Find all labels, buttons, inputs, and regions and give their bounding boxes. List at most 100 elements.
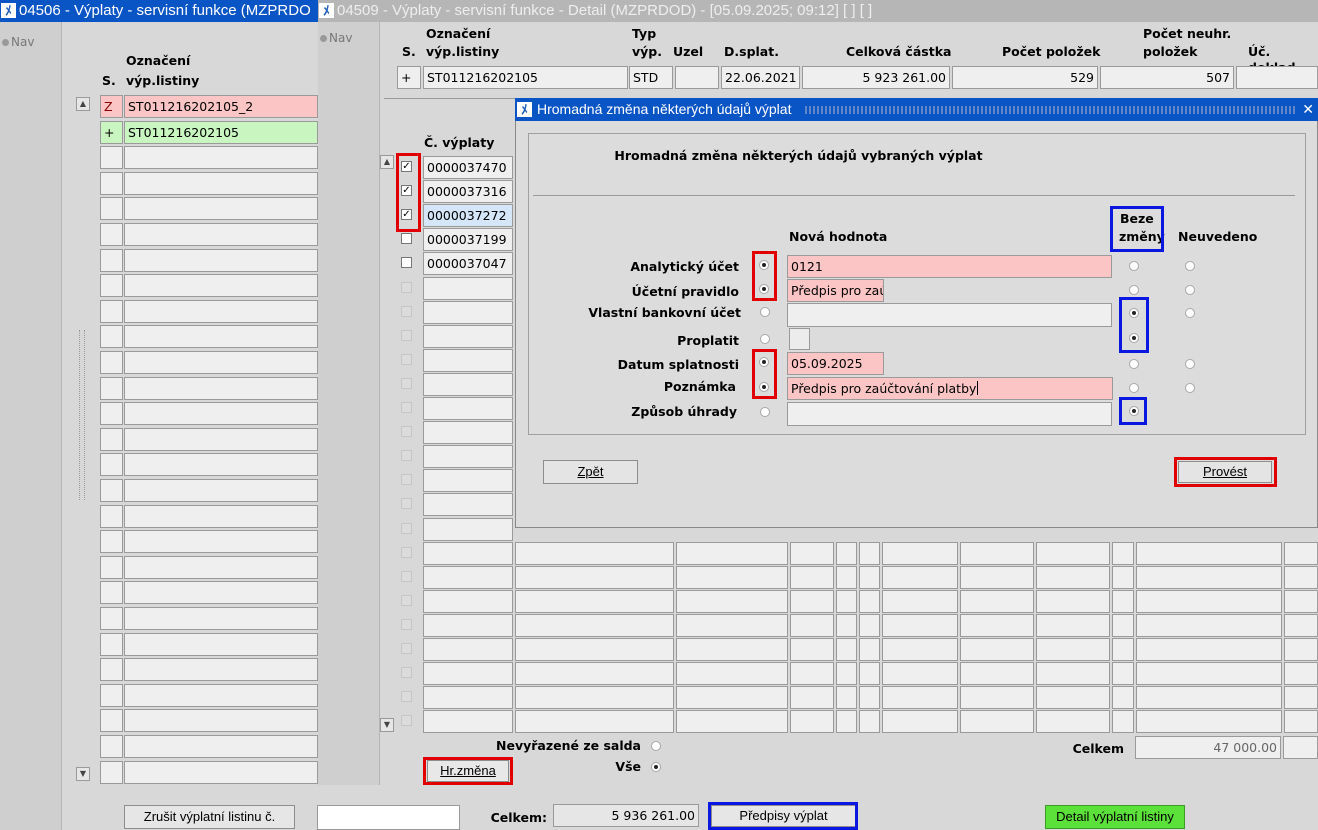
vyplata-checkbox[interactable]: [401, 667, 412, 679]
vyplata-checkbox[interactable]: [401, 594, 412, 606]
vyplata-number[interactable]: [423, 686, 513, 710]
vyplata-cell[interactable]: [1284, 662, 1318, 686]
left-row-name[interactable]: [124, 709, 318, 733]
left-row-s[interactable]: [100, 709, 123, 733]
left-row-name[interactable]: ST011216202105_2: [124, 95, 318, 118]
vyplata-checkbox[interactable]: [401, 474, 412, 486]
vyplata-cell[interactable]: [1112, 565, 1134, 589]
vlastni-bankovni-ucet-nova-radio[interactable]: [760, 307, 770, 317]
vyplata-cell[interactable]: [960, 686, 1034, 710]
vyplata-cell[interactable]: [676, 565, 788, 589]
vyplata-number[interactable]: [423, 565, 513, 589]
vyplata-number[interactable]: [423, 517, 513, 541]
vyplata-cell[interactable]: [515, 541, 674, 565]
vyplata-cell[interactable]: [1036, 662, 1110, 686]
left-row-name[interactable]: [124, 146, 318, 170]
left-row-s[interactable]: [100, 248, 123, 272]
vyplata-checkbox[interactable]: [401, 426, 412, 438]
vyplata-number[interactable]: [423, 493, 513, 517]
vyplata-cell[interactable]: [1112, 710, 1134, 734]
dialog-titlebar[interactable]: ﾒ Hromadná změna některých údajů výplat …: [515, 98, 1318, 121]
vyplata-cell[interactable]: [882, 613, 958, 637]
left-row-s[interactable]: Z: [100, 95, 123, 118]
vyplata-cell[interactable]: [1112, 613, 1134, 637]
vyplata-checkbox[interactable]: [401, 281, 412, 293]
left-row-name[interactable]: [124, 171, 318, 195]
left-row-name[interactable]: [124, 453, 318, 477]
vyplata-checkbox[interactable]: [401, 546, 412, 558]
vyplata-cell[interactable]: [1036, 613, 1110, 637]
vyplata-cell[interactable]: [1036, 565, 1110, 589]
vyplata-number[interactable]: 0000037470: [423, 156, 513, 179]
vyplata-number[interactable]: 0000037199: [423, 228, 513, 252]
vyplata-cell[interactable]: [1284, 613, 1318, 637]
vyplata-cell[interactable]: [859, 662, 880, 686]
left-row-name[interactable]: [124, 274, 318, 298]
vyplata-cell[interactable]: [1284, 589, 1318, 613]
vyplata-cell[interactable]: [1136, 662, 1282, 686]
zpusob-uhrady-input[interactable]: [787, 402, 1112, 426]
vyplata-cell[interactable]: [1136, 541, 1282, 565]
left-row-name[interactable]: [124, 760, 318, 784]
vyplata-number[interactable]: [423, 469, 513, 493]
vyplata-cell[interactable]: [515, 589, 674, 613]
vyplata-number[interactable]: [423, 348, 513, 372]
vyplata-cell[interactable]: [836, 565, 857, 589]
vyplata-cell[interactable]: [676, 686, 788, 710]
vyplata-checkbox[interactable]: [401, 402, 412, 413]
left-row-s[interactable]: [100, 427, 123, 451]
right-window-titlebar[interactable]: ﾒ 04509 - Výplaty - servisní funkce - De…: [318, 0, 1318, 22]
vyplata-number[interactable]: [423, 445, 513, 469]
left-row-s[interactable]: [100, 479, 123, 502]
vyplata-cell[interactable]: [1284, 686, 1318, 710]
vyplata-cell[interactable]: [790, 710, 834, 734]
left-row-name[interactable]: [124, 197, 318, 221]
vyplata-number[interactable]: [423, 541, 513, 565]
analyticky-ucet-neuvedeno-radio[interactable]: [1185, 261, 1195, 271]
vyplata-cell[interactable]: [1136, 565, 1282, 589]
vyplata-cell[interactable]: [960, 638, 1034, 661]
vyplata-cell[interactable]: [836, 541, 857, 565]
left-row-name[interactable]: ST011216202105: [124, 120, 318, 144]
vyplata-cell[interactable]: [1036, 686, 1110, 710]
left-row-name[interactable]: [124, 555, 318, 579]
vyplata-cell[interactable]: [882, 541, 958, 565]
zrusit-listinu-button[interactable]: Zrušit výplatní listinu č.: [124, 805, 295, 829]
vyplata-cell[interactable]: [676, 541, 788, 565]
left-row-s[interactable]: [100, 274, 123, 298]
record-neuhr[interactable]: 507: [1100, 66, 1234, 89]
vyplata-cell[interactable]: [1284, 710, 1318, 734]
vyplata-cell[interactable]: [676, 613, 788, 637]
left-row-name[interactable]: [124, 351, 318, 374]
left-row-name[interactable]: [124, 479, 318, 502]
left-row-name[interactable]: [124, 530, 318, 554]
vyplata-cell[interactable]: [960, 613, 1034, 637]
vyplata-cell[interactable]: [882, 565, 958, 589]
vyplata-cell[interactable]: [1112, 638, 1134, 661]
ucetni-pravidlo-neuvedeno-radio[interactable]: [1185, 285, 1195, 295]
vyplata-cell[interactable]: [882, 638, 958, 661]
left-row-s[interactable]: [100, 735, 123, 758]
left-row-s[interactable]: [100, 658, 123, 682]
vyplata-checkbox[interactable]: [401, 498, 412, 510]
vyplata-checkbox[interactable]: [401, 643, 412, 654]
left-row-name[interactable]: [124, 581, 318, 605]
left-row-s[interactable]: [100, 299, 123, 323]
vyplata-cell[interactable]: [1284, 565, 1318, 589]
vyplata-cell[interactable]: [1284, 541, 1318, 565]
left-row-s[interactable]: [100, 632, 123, 656]
left-window-titlebar[interactable]: ﾒ 04506 - Výplaty - servisní funkce (MZP…: [0, 0, 318, 22]
vyplata-number[interactable]: [423, 300, 513, 324]
record-dsplat[interactable]: 22.06.2021: [721, 66, 800, 89]
vyplata-checkbox[interactable]: [401, 377, 412, 389]
vyplata-cell[interactable]: [859, 710, 880, 734]
vyplata-cell[interactable]: [859, 638, 880, 661]
left-scrollbar-track[interactable]: [79, 330, 85, 500]
left-scroll-down[interactable]: ▼: [76, 767, 90, 781]
left-row-s[interactable]: [100, 223, 123, 246]
vyplata-number[interactable]: 0000037047: [423, 252, 513, 276]
left-row-name[interactable]: [124, 658, 318, 682]
vyplata-cell[interactable]: [960, 541, 1034, 565]
vyplata-cell[interactable]: [1036, 589, 1110, 613]
vyplata-cell[interactable]: [790, 662, 834, 686]
